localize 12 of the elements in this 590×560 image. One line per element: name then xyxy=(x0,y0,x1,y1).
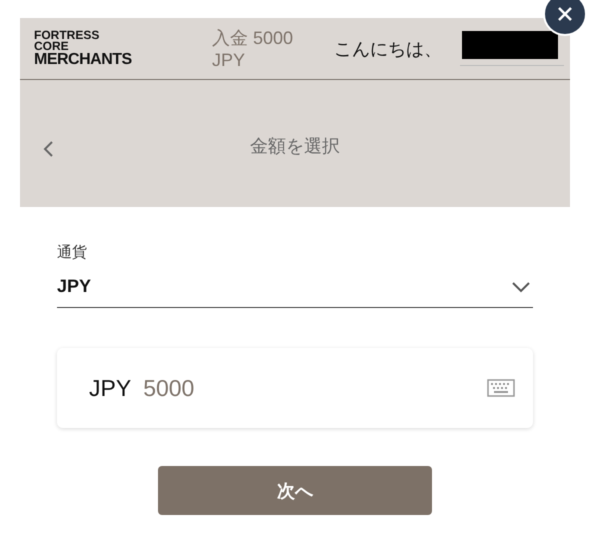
currency-select[interactable]: JPY xyxy=(57,276,533,308)
close-icon xyxy=(557,6,573,22)
chevron-down-icon xyxy=(511,280,531,292)
deposit-summary: 入金 5000 JPY xyxy=(212,26,294,70)
logo: FORTRESS CORE MERCHANTS xyxy=(34,30,133,68)
amount-field[interactable]: JPY 5000 xyxy=(57,348,533,428)
field-label: 通貨 xyxy=(57,243,87,262)
page-title: 金額を選択 xyxy=(249,135,341,158)
keyboard-icon[interactable] xyxy=(487,379,515,397)
next-button[interactable]: 次へ xyxy=(158,466,432,515)
back-button[interactable] xyxy=(42,140,54,158)
greeting: こんにちは、 xyxy=(334,38,442,60)
